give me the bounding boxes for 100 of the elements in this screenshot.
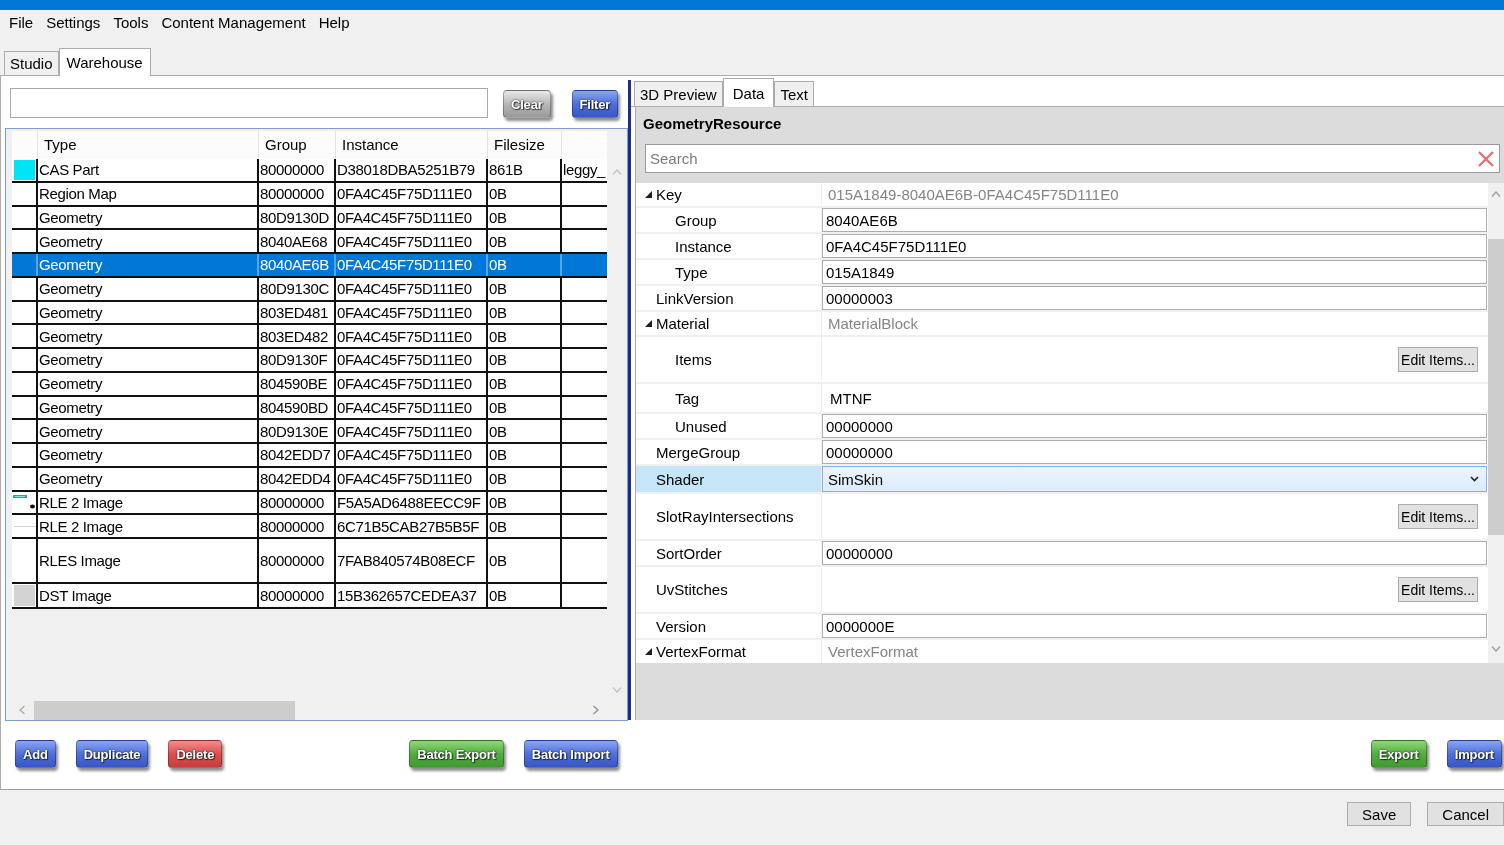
table-row[interactable]: Geometry 8040AE6B 0FA4C45F75D111E0 0B	[12, 254, 607, 278]
table-row[interactable]: RLE 2 Image 80000000 F5A5AD6488EECC9F 0B	[12, 491, 607, 516]
table-cell: Geometry	[38, 467, 259, 490]
chevron-up-icon[interactable]	[1491, 191, 1501, 197]
filter-button[interactable]: Filter	[571, 90, 619, 118]
table-cell: 0FA4C45F75D111E0	[336, 444, 488, 466]
property-field[interactable]: 8040AE6B	[822, 208, 1487, 232]
table-cell: RLE 2 Image	[38, 491, 259, 514]
property-name-cell[interactable]: Tag	[636, 384, 822, 412]
property-field[interactable]: 00000000	[822, 414, 1487, 438]
property-field[interactable]: 00000003	[822, 286, 1487, 310]
table-row[interactable]: Geometry 80D9130C 0FA4C45F75D111E0 0B	[12, 277, 607, 302]
action-button[interactable]: Duplicate	[75, 740, 149, 768]
table-row[interactable]: Region Map 80000000 0FA4C45F75D111E0 0B	[12, 182, 607, 207]
tab[interactable]: Studio	[4, 51, 59, 75]
table-row[interactable]: Geometry 803ED481 0FA4C45F75D111E0 0B	[12, 301, 607, 326]
table-cell: 861B	[488, 159, 562, 181]
property-name-cell[interactable]: UvStitches	[636, 567, 822, 612]
table-cell: 80D9130C	[259, 277, 336, 300]
property-name-cell[interactable]: Key	[636, 183, 822, 206]
menu-item[interactable]: File	[3, 10, 40, 35]
table-cell: Geometry	[38, 230, 259, 252]
table-row[interactable]: DST Image 80000000 15B362657CEDEA37 0B	[12, 584, 607, 609]
table-cell: Region Map	[38, 182, 259, 205]
close-icon[interactable]	[1477, 150, 1495, 168]
chevron-up-icon[interactable]	[612, 169, 622, 175]
property-field[interactable]: 015A1849	[822, 260, 1487, 284]
property-name: Tag	[675, 389, 700, 407]
search-field[interactable]: Search	[645, 144, 1500, 173]
table-cell: 0B	[488, 539, 562, 582]
table-cell: 0FA4C45F75D111E0	[336, 420, 488, 442]
table-row[interactable]: Geometry 8040AE68 0FA4C45F75D111E0 0B	[12, 230, 607, 254]
table-row[interactable]: Geometry 80D9130E 0FA4C45F75D111E0 0B	[12, 420, 607, 444]
table-cell: 7FAB840574B08ECF	[336, 539, 488, 582]
table-cell: 0FA4C45F75D111E0	[336, 325, 488, 347]
table-row[interactable]: Geometry 8042EDD7 0FA4C45F75D111E0 0B	[12, 444, 607, 468]
table-row[interactable]: Geometry 80D9130D 0FA4C45F75D111E0 0B	[12, 206, 607, 231]
property-field[interactable]: 00000000	[822, 541, 1487, 565]
table-cell: 803ED481	[259, 301, 336, 324]
edit-items-button[interactable]: Edit Items...	[1398, 347, 1478, 372]
table-row[interactable]: Geometry 8042EDD4 0FA4C45F75D111E0 0B	[12, 467, 607, 492]
edit-items-button[interactable]: Edit Items...	[1398, 577, 1478, 602]
dialog-button[interactable]: Cancel	[1427, 802, 1504, 826]
property-name: VertexFormat	[656, 643, 747, 660]
property-name-cell[interactable]: Items	[636, 337, 822, 382]
table-cell: 80000000	[259, 491, 336, 514]
table-row[interactable]: Geometry 803ED482 0FA4C45F75D111E0 0B	[12, 325, 607, 349]
chevron-down-icon	[1470, 476, 1479, 482]
triangle-icon[interactable]	[645, 320, 652, 327]
table-cell: Geometry	[38, 277, 259, 300]
property-name-cell[interactable]: VertexFormat	[636, 640, 822, 663]
action-button[interactable]: Batch Import	[523, 740, 618, 768]
property-field[interactable]: 0000000E	[822, 614, 1487, 638]
triangle-icon[interactable]	[645, 191, 652, 198]
property-name-cell[interactable]: Material	[636, 312, 822, 335]
tab[interactable]: Text	[774, 81, 814, 106]
menu-item[interactable]: Tools	[107, 10, 155, 35]
chevron-right-icon[interactable]	[593, 705, 599, 715]
chevron-left-icon[interactable]	[19, 705, 25, 715]
property-name-cell[interactable]: Shader	[636, 466, 822, 492]
menu-item[interactable]: Help	[312, 10, 356, 35]
menu-item[interactable]: Content Management	[155, 10, 312, 35]
menu-item[interactable]: Settings	[40, 10, 107, 35]
table-cell: 0B	[488, 182, 562, 205]
table-row[interactable]: Geometry 804590BD 0FA4C45F75D111E0 0B	[12, 396, 607, 421]
tab[interactable]: 3D Preview	[634, 81, 723, 106]
tab[interactable]: Data	[722, 78, 775, 107]
property-field[interactable]: 00000000	[822, 440, 1487, 464]
chevron-down-icon[interactable]	[612, 687, 622, 693]
scrollbar-thumb[interactable]	[34, 701, 295, 720]
table-cell: Geometry	[38, 206, 259, 229]
table-row[interactable]: RLES Image 80000000 7FAB840574B08ECF 0B	[12, 539, 607, 584]
table-cell: 80D9130F	[259, 349, 336, 371]
table-row[interactable]: CAS Part 80000000 D38018DBA5251B79 861B leggy_	[12, 159, 607, 183]
property-name-cell[interactable]: SlotRayIntersections	[636, 494, 822, 539]
table-cell: 80D9130E	[259, 420, 336, 442]
dialog-button[interactable]: Save	[1347, 802, 1412, 826]
table-row[interactable]: Geometry 80D9130F 0FA4C45F75D111E0 0B	[12, 349, 607, 373]
triangle-icon[interactable]	[645, 648, 652, 655]
scrollbar-thumb[interactable]	[1488, 239, 1504, 535]
property-dropdown[interactable]: SimSkin	[822, 466, 1487, 492]
edit-items-button[interactable]: Edit Items...	[1398, 504, 1478, 529]
property-name: Unused	[675, 417, 727, 435]
table-cell: 0B	[488, 491, 562, 514]
action-button[interactable]: Add	[15, 740, 56, 768]
action-button[interactable]: Delete	[168, 740, 223, 768]
action-button[interactable]: Import	[1446, 740, 1502, 768]
tab[interactable]: Warehouse	[58, 48, 151, 76]
property-name: Key	[656, 186, 682, 203]
property-field[interactable]: 0FA4C45F75D111E0	[822, 234, 1487, 258]
table-cell: RLE 2 Image	[38, 515, 259, 537]
table-row[interactable]: RLE 2 Image 80000000 6C71B5CAB27B5B5F 0B	[12, 515, 607, 539]
chevron-down-icon[interactable]	[1491, 646, 1501, 652]
table-cell: 0B	[488, 277, 562, 300]
table-cell: 804590BE	[259, 372, 336, 395]
filter-field[interactable]	[10, 88, 488, 118]
table-cell: Geometry	[38, 444, 259, 466]
table-row[interactable]: Geometry 804590BE 0FA4C45F75D111E0 0B	[12, 372, 607, 397]
table-cell: 6C71B5CAB27B5B5F	[336, 515, 488, 537]
property-name: Instance	[675, 237, 732, 255]
